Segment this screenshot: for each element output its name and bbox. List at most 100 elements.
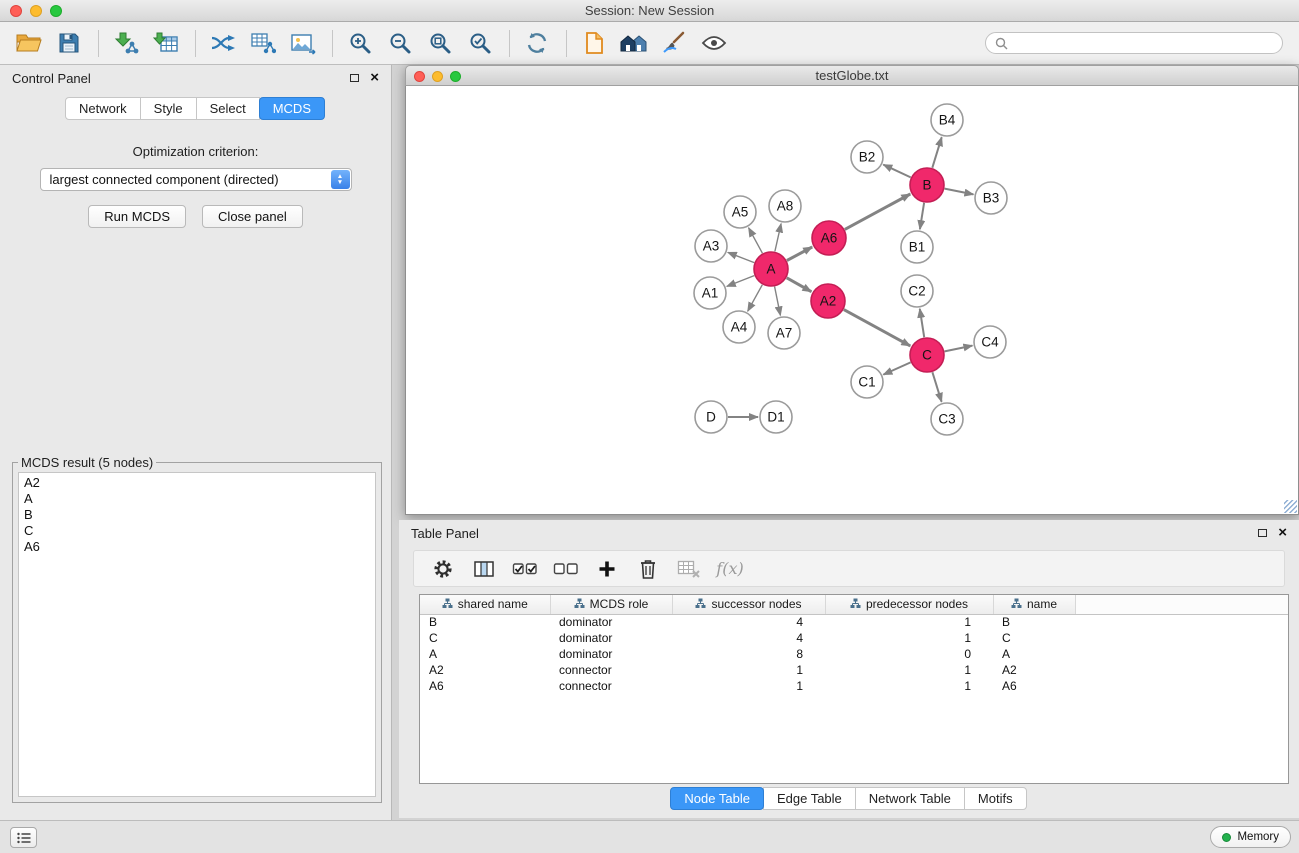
edge-A-A5[interactable] <box>749 228 763 253</box>
search-box[interactable] <box>985 32 1283 54</box>
tab-edge-table[interactable]: Edge Table <box>763 787 856 810</box>
zoom-fit-button[interactable] <box>423 26 457 60</box>
mcds-result-item[interactable]: A2 <box>24 475 370 491</box>
table-row[interactable]: A2connector11A2 <box>420 662 1288 678</box>
delete-rows-button[interactable] <box>635 556 661 582</box>
column-header-shared-name[interactable]: shared name <box>420 595 550 614</box>
table-cell[interactable]: 1 <box>672 662 825 678</box>
table-cell[interactable]: B <box>420 614 550 630</box>
minimize-network-button[interactable] <box>432 71 443 82</box>
export-image-button[interactable] <box>286 26 320 60</box>
table-cell[interactable]: C <box>993 630 1075 646</box>
table-cell[interactable]: dominator <box>550 646 672 662</box>
column-header-name[interactable]: name <box>993 595 1075 614</box>
table-cell[interactable]: A <box>420 646 550 662</box>
mcds-result-item[interactable]: A6 <box>24 539 370 555</box>
column-header-successor-nodes[interactable]: successor nodes <box>672 595 825 614</box>
task-history-button[interactable] <box>10 827 37 848</box>
select-all-button[interactable] <box>512 556 538 582</box>
tab-style[interactable]: Style <box>140 97 197 120</box>
edge-A-A7[interactable] <box>775 287 781 316</box>
save-session-button[interactable] <box>52 26 86 60</box>
delete-table-button[interactable] <box>676 556 702 582</box>
edge-B-B4[interactable] <box>932 137 941 168</box>
table-cell[interactable]: A <box>993 646 1075 662</box>
table-row[interactable]: Bdominator41B <box>420 614 1288 630</box>
table-cell[interactable]: connector <box>550 678 672 694</box>
zoom-in-button[interactable] <box>343 26 377 60</box>
edge-A-A2[interactable] <box>787 278 812 292</box>
table-cell[interactable]: 1 <box>825 662 993 678</box>
table-cell[interactable]: dominator <box>550 630 672 646</box>
show-hide-details-button[interactable] <box>697 26 731 60</box>
mcds-result-item[interactable]: B <box>24 507 370 523</box>
tab-node-table[interactable]: Node Table <box>670 787 764 810</box>
column-header-MCDS-role[interactable]: MCDS role <box>550 595 672 614</box>
close-panel-button[interactable]: Close panel <box>202 205 303 228</box>
table-settings-button[interactable] <box>430 556 456 582</box>
table-cell[interactable]: A6 <box>993 678 1075 694</box>
tab-network[interactable]: Network <box>65 97 141 120</box>
tab-mcds[interactable]: MCDS <box>259 97 325 120</box>
table-row[interactable]: A6connector11A6 <box>420 678 1288 694</box>
import-table-button[interactable] <box>149 26 183 60</box>
show-columns-button[interactable] <box>471 556 497 582</box>
search-input[interactable] <box>1013 36 1273 51</box>
open-session-button[interactable] <box>12 26 46 60</box>
table-cell[interactable]: dominator <box>550 614 672 630</box>
tab-network-table[interactable]: Network Table <box>855 787 965 810</box>
table-row[interactable]: Adominator80A <box>420 646 1288 662</box>
table-cell[interactable]: A6 <box>420 678 550 694</box>
edge-A-A1[interactable] <box>727 276 754 287</box>
edge-A2-C[interactable] <box>844 310 911 346</box>
float-table-panel-icon[interactable] <box>1258 529 1267 537</box>
edge-B-B1[interactable] <box>920 203 924 229</box>
mcds-result-list[interactable]: A2ABCA6 <box>18 472 376 797</box>
graph-canvas[interactable]: B4B2BB3A5A8A6B1A3AC2A1A2A4A7C4CC1C3DD1 <box>406 86 1298 513</box>
edge-A6-B[interactable] <box>845 194 911 229</box>
edge-A-A8[interactable] <box>775 224 781 252</box>
home-button[interactable] <box>617 26 651 60</box>
table-cell[interactable]: 4 <box>672 614 825 630</box>
column-header-predecessor-nodes[interactable]: predecessor nodes <box>825 595 993 614</box>
network-window-titlebar[interactable]: testGlobe.txt <box>405 65 1299 86</box>
table-cell[interactable]: 4 <box>672 630 825 646</box>
edge-B-B3[interactable] <box>945 189 974 195</box>
table-cell[interactable]: 1 <box>825 630 993 646</box>
close-panel-icon[interactable]: × <box>370 73 379 83</box>
open-document-button[interactable] <box>577 26 611 60</box>
resize-grip[interactable] <box>1284 500 1297 513</box>
tab-select[interactable]: Select <box>196 97 260 120</box>
run-mcds-button[interactable]: Run MCDS <box>88 205 186 228</box>
zoom-out-button[interactable] <box>383 26 417 60</box>
mcds-result-item[interactable]: A <box>24 491 370 507</box>
zoom-window-button[interactable] <box>50 5 62 17</box>
zoom-selected-button[interactable] <box>463 26 497 60</box>
import-network-button[interactable] <box>109 26 143 60</box>
table-cell[interactable]: 0 <box>825 646 993 662</box>
memory-button[interactable]: Memory <box>1210 826 1291 848</box>
table-cell[interactable]: 8 <box>672 646 825 662</box>
table-cell[interactable]: B <box>993 614 1075 630</box>
close-table-panel-icon[interactable]: × <box>1278 528 1287 538</box>
tab-motifs[interactable]: Motifs <box>964 787 1027 810</box>
table-cell[interactable]: A2 <box>993 662 1075 678</box>
float-panel-icon[interactable] <box>350 74 359 82</box>
table-cell[interactable]: connector <box>550 662 672 678</box>
deselect-all-button[interactable] <box>553 556 579 582</box>
table-cell[interactable]: A2 <box>420 662 550 678</box>
edge-C-C2[interactable] <box>920 309 924 337</box>
clone-network-button[interactable] <box>206 26 240 60</box>
close-window-button[interactable] <box>10 5 22 17</box>
edge-A-A4[interactable] <box>748 285 763 311</box>
close-network-button[interactable] <box>414 71 425 82</box>
edge-A-A6[interactable] <box>787 247 812 261</box>
minimize-window-button[interactable] <box>30 5 42 17</box>
table-cell[interactable]: 1 <box>672 678 825 694</box>
style-painter-button[interactable] <box>657 26 691 60</box>
function-builder-button[interactable]: f(x) <box>717 556 743 582</box>
edge-A-A3[interactable] <box>728 252 754 262</box>
edge-C-C3[interactable] <box>932 372 941 402</box>
refresh-view-button[interactable] <box>520 26 554 60</box>
table-cell[interactable]: 1 <box>825 678 993 694</box>
